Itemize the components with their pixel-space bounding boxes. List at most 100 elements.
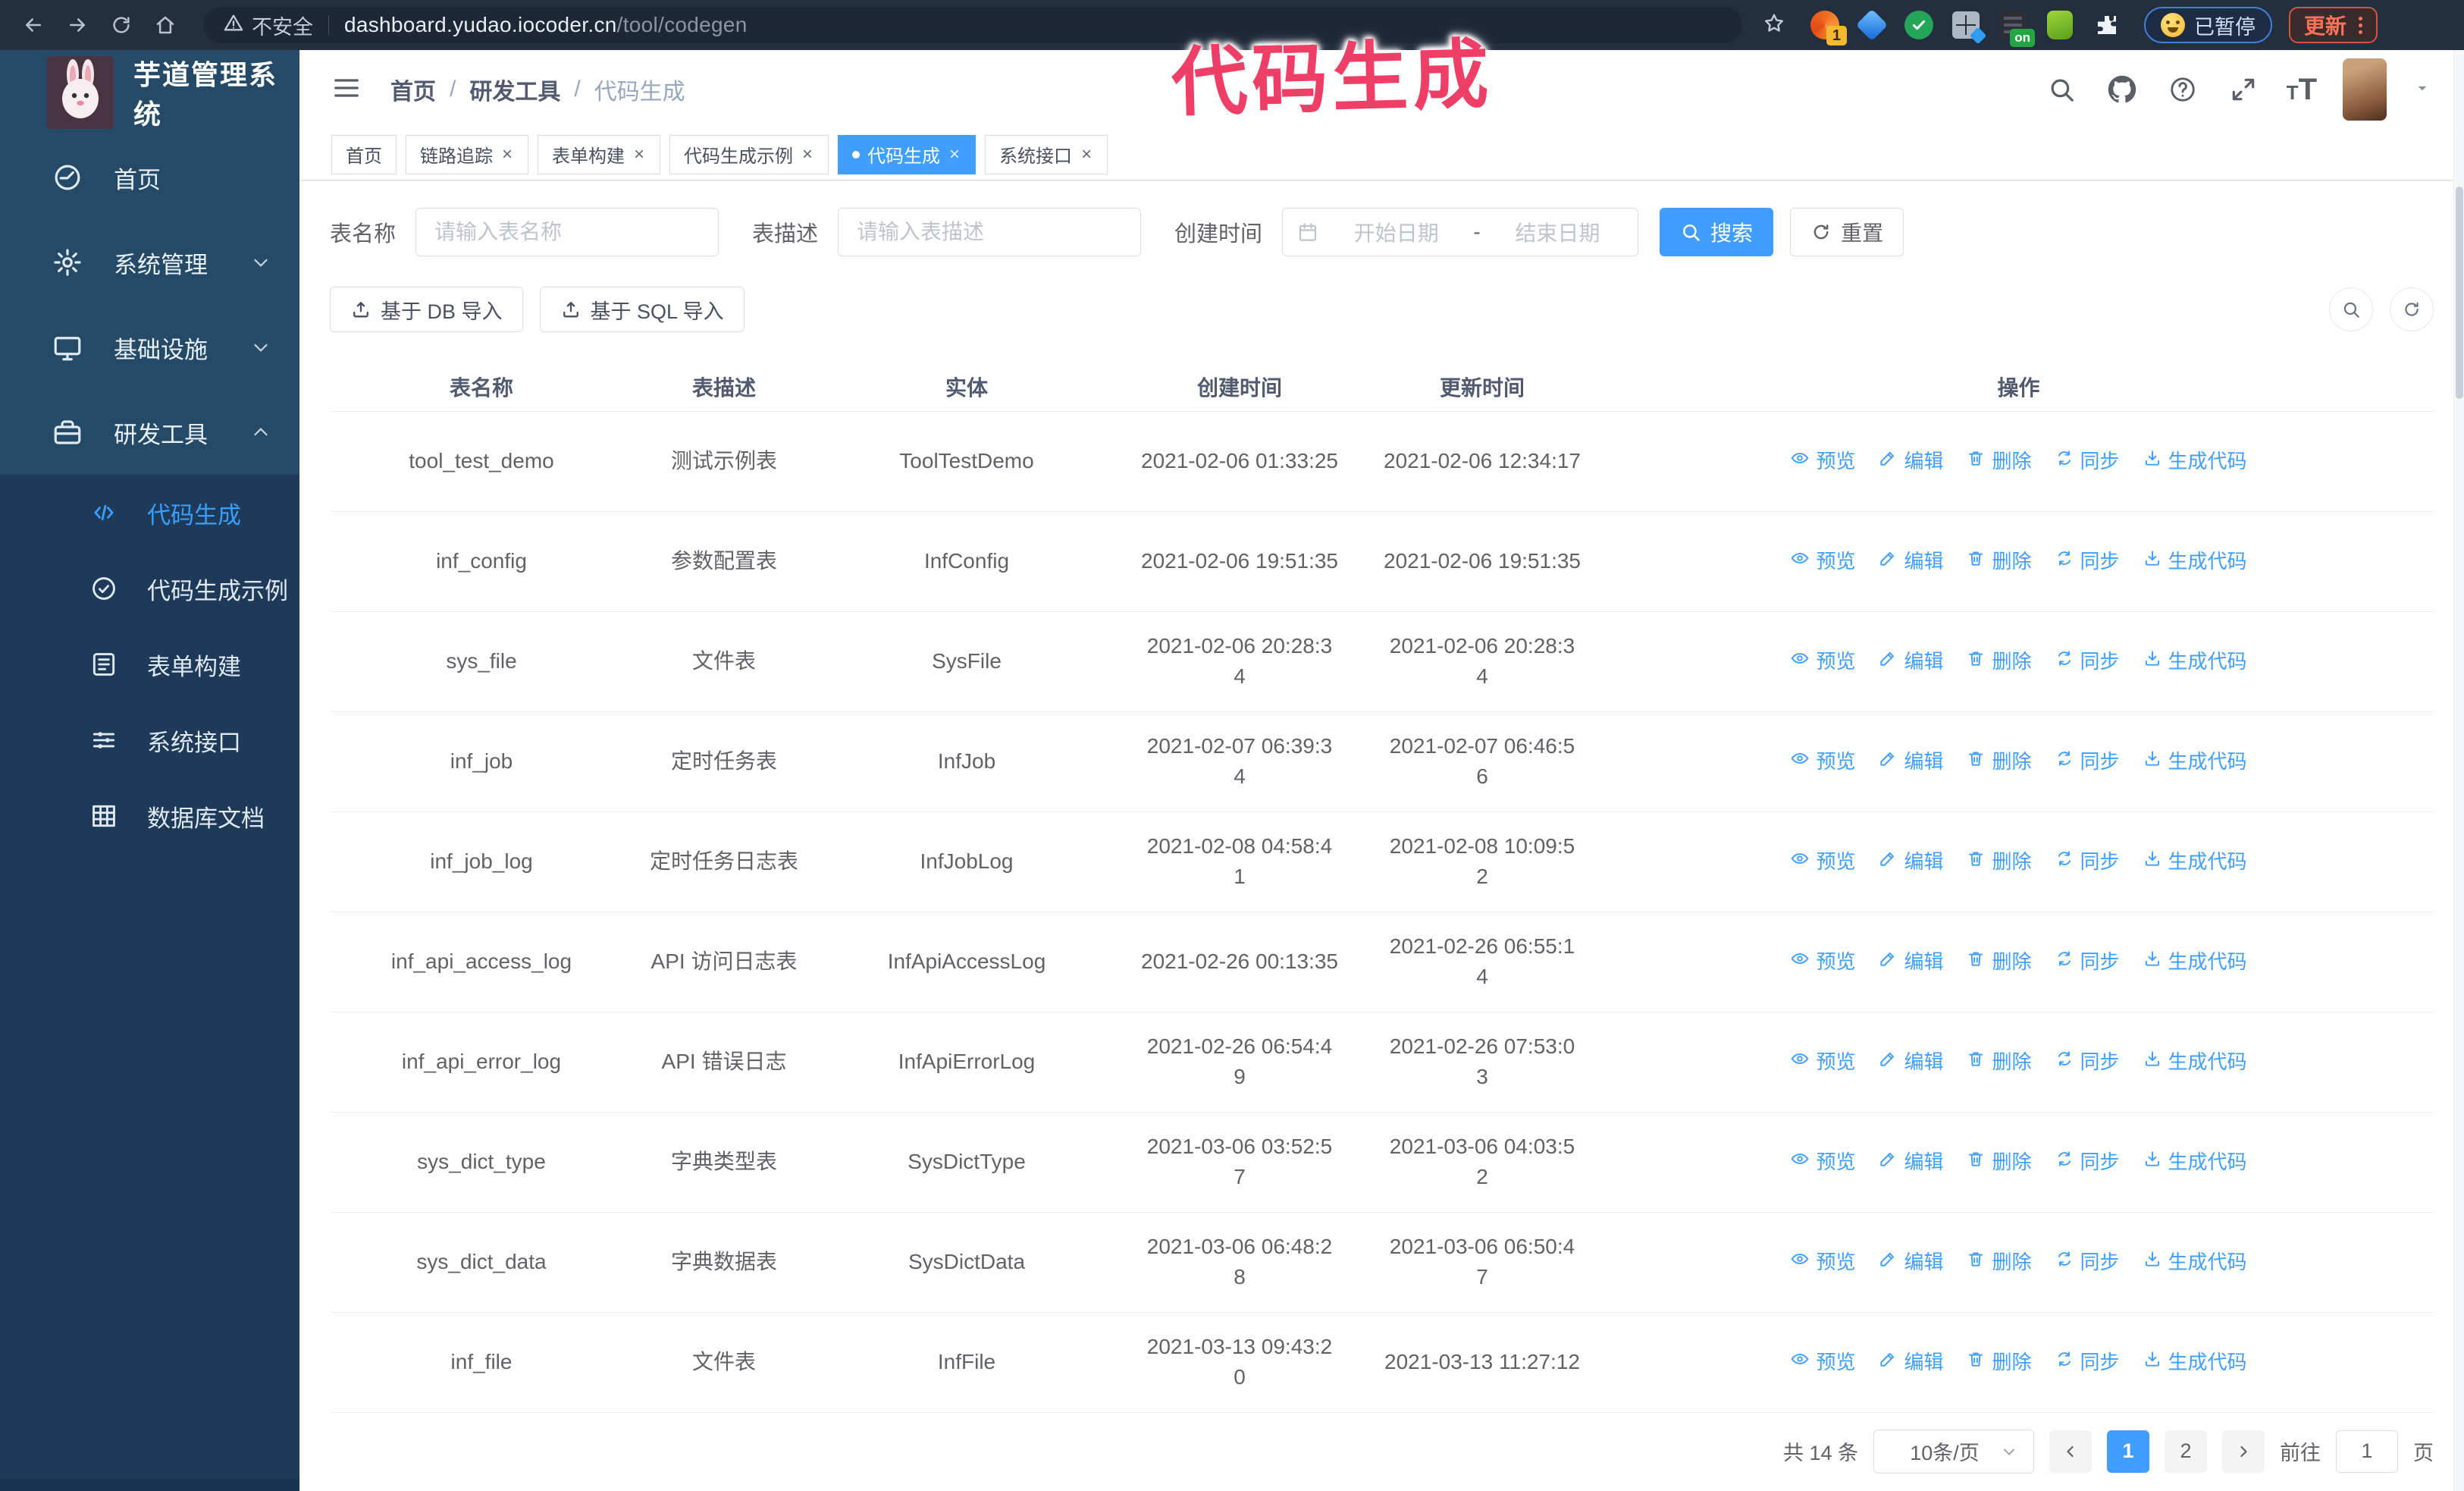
hamburger-icon[interactable] <box>331 73 365 106</box>
fullscreen-icon[interactable] <box>2226 72 2261 107</box>
eye-action-link[interactable]: 预览 <box>1790 1047 1855 1077</box>
bookmark-star-icon[interactable] <box>1762 11 1786 39</box>
sidebar-item-home[interactable]: 首页 <box>0 135 299 220</box>
delete-action-link[interactable]: 删除 <box>1966 646 2032 676</box>
tab-首页[interactable]: 首页 <box>331 134 397 174</box>
breadcrumb-item[interactable]: 研发工具 <box>469 73 560 106</box>
page-button-1[interactable]: 1 <box>2107 1430 2149 1473</box>
sidebar-item-gear[interactable]: 系统管理 <box>0 220 299 305</box>
delete-action-link[interactable]: 删除 <box>1966 1247 2032 1277</box>
close-icon[interactable]: × <box>632 144 646 165</box>
back-icon[interactable] <box>17 8 50 42</box>
sidebar-subitem-api[interactable]: 系统接口 <box>0 702 299 778</box>
delete-action-link[interactable]: 删除 <box>1966 446 2032 476</box>
download-action-link[interactable]: 生成代码 <box>2143 1047 2247 1077</box>
download-action-link[interactable]: 生成代码 <box>2143 446 2247 476</box>
home-button-icon[interactable] <box>149 8 182 42</box>
address-bar[interactable]: 不安全 dashboard.yudao.iocoder.cn/tool/code… <box>203 7 1742 43</box>
edit-action-link[interactable]: 编辑 <box>1878 1347 1943 1377</box>
edit-action-link[interactable]: 编辑 <box>1878 1047 1943 1077</box>
eye-action-link[interactable]: 预览 <box>1790 1347 1855 1377</box>
forward-icon[interactable] <box>61 8 94 42</box>
extension-green-icon[interactable] <box>2044 9 2076 41</box>
delete-action-link[interactable]: 删除 <box>1966 1147 2032 1177</box>
sidebar-item-toolbox[interactable]: 研发工具 <box>0 390 299 475</box>
reload-icon[interactable] <box>105 8 138 42</box>
sync-action-link[interactable]: 同步 <box>2055 1347 2120 1377</box>
puzzle-icon[interactable] <box>2091 9 2123 41</box>
next-page-button[interactable] <box>2222 1430 2265 1473</box>
page-size-select[interactable]: 10条/页 <box>1873 1429 2034 1474</box>
date-range-picker[interactable]: 开始日期 - 结束日期 <box>1282 208 1639 256</box>
sync-action-link[interactable]: 同步 <box>2055 1147 2120 1177</box>
close-icon[interactable]: × <box>1080 144 1093 165</box>
sql-import-button[interactable]: 基于 SQL 导入 <box>539 287 745 332</box>
download-action-link[interactable]: 生成代码 <box>2143 646 2247 676</box>
download-action-link[interactable]: 生成代码 <box>2143 546 2247 576</box>
download-action-link[interactable]: 生成代码 <box>2143 1347 2247 1377</box>
table-desc-input[interactable] <box>838 208 1142 256</box>
edit-action-link[interactable]: 编辑 <box>1878 1147 1943 1177</box>
close-icon[interactable]: × <box>801 144 814 165</box>
refresh-table-icon[interactable] <box>2390 287 2434 331</box>
eye-action-link[interactable]: 预览 <box>1790 646 1855 676</box>
sidebar-item-monitor[interactable]: 基础设施 <box>0 305 299 390</box>
sync-action-link[interactable]: 同步 <box>2055 746 2120 777</box>
font-size-icon[interactable]: TT <box>2287 74 2317 105</box>
download-action-link[interactable]: 生成代码 <box>2143 946 2247 977</box>
sidebar-subitem-database[interactable]: 数据库文档 <box>0 778 299 854</box>
page-button-2[interactable]: 2 <box>2165 1430 2207 1473</box>
delete-action-link[interactable]: 删除 <box>1966 746 2032 777</box>
sync-action-link[interactable]: 同步 <box>2055 846 2120 877</box>
insecure-warning[interactable]: 不安全 <box>223 11 313 40</box>
delete-action-link[interactable]: 删除 <box>1966 846 2032 877</box>
extension-check-icon[interactable] <box>1903 9 1935 41</box>
extension-swirl-icon[interactable]: 1 <box>1809 9 1847 46</box>
delete-action-link[interactable]: 删除 <box>1966 546 2032 576</box>
edit-action-link[interactable]: 编辑 <box>1878 846 1943 877</box>
close-icon[interactable]: × <box>500 144 514 165</box>
extension-grid-icon[interactable] <box>1950 9 1987 45</box>
close-icon[interactable]: × <box>948 144 961 165</box>
avatar[interactable] <box>2343 58 2387 121</box>
eye-action-link[interactable]: 预览 <box>1790 1247 1855 1277</box>
edit-action-link[interactable]: 编辑 <box>1878 946 1943 977</box>
search-icon[interactable] <box>2044 72 2079 107</box>
logo-row[interactable]: 芋道管理系统 <box>0 50 299 135</box>
edit-action-link[interactable]: 编辑 <box>1878 1247 1943 1277</box>
breadcrumb-item[interactable]: 首页 <box>390 73 436 106</box>
toggle-search-icon[interactable] <box>2329 287 2373 331</box>
sync-action-link[interactable]: 同步 <box>2055 446 2120 476</box>
edit-action-link[interactable]: 编辑 <box>1878 446 1943 476</box>
goto-page-input[interactable] <box>2336 1430 2398 1473</box>
eye-action-link[interactable]: 预览 <box>1790 1147 1855 1177</box>
edit-action-link[interactable]: 编辑 <box>1878 746 1943 777</box>
tab-代码生成示例[interactable]: 代码生成示例 × <box>669 134 829 174</box>
github-icon[interactable] <box>2105 72 2140 107</box>
sync-action-link[interactable]: 同步 <box>2055 646 2120 676</box>
update-button[interactable]: 更新 <box>2289 7 2378 43</box>
sidebar-subitem-example[interactable]: 代码生成示例 <box>0 551 299 626</box>
sync-action-link[interactable]: 同步 <box>2055 946 2120 977</box>
eye-action-link[interactable]: 预览 <box>1790 846 1855 877</box>
delete-action-link[interactable]: 删除 <box>1966 946 2032 977</box>
eye-action-link[interactable]: 预览 <box>1790 746 1855 777</box>
kebab-menu-icon[interactable] <box>2359 16 2363 34</box>
sync-action-link[interactable]: 同步 <box>2055 546 2120 576</box>
prev-page-button[interactable] <box>2049 1430 2092 1473</box>
download-action-link[interactable]: 生成代码 <box>2143 1247 2247 1277</box>
edit-action-link[interactable]: 编辑 <box>1878 546 1943 576</box>
extension-gem-icon[interactable] <box>1855 8 1889 42</box>
tab-系统接口[interactable]: 系统接口 × <box>985 134 1108 174</box>
search-button[interactable]: 搜索 <box>1660 208 1774 256</box>
download-action-link[interactable]: 生成代码 <box>2143 1147 2247 1177</box>
scrollbar-thumb[interactable] <box>2456 187 2463 399</box>
help-icon[interactable] <box>2165 72 2200 107</box>
edit-action-link[interactable]: 编辑 <box>1878 646 1943 676</box>
tab-表单构建[interactable]: 表单构建 × <box>538 134 661 174</box>
reset-button[interactable]: 重置 <box>1790 208 1904 256</box>
eye-action-link[interactable]: 预览 <box>1790 446 1855 476</box>
db-import-button[interactable]: 基于 DB 导入 <box>330 287 523 332</box>
download-action-link[interactable]: 生成代码 <box>2143 846 2247 877</box>
page-scrollbar[interactable] <box>2453 50 2464 1491</box>
